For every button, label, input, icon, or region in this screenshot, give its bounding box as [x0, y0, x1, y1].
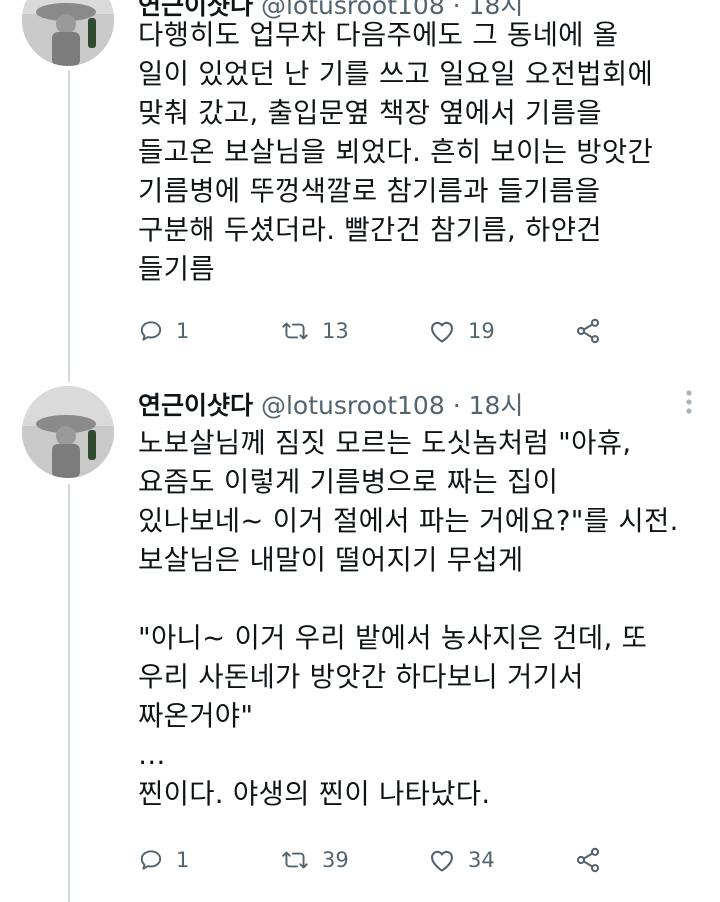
- thread-line-top: [68, 70, 70, 382]
- reply-button[interactable]: 1: [138, 311, 189, 351]
- retweet-button[interactable]: 39: [280, 840, 349, 880]
- like-button[interactable]: 34: [428, 840, 495, 880]
- share-icon: [574, 317, 602, 345]
- reply-count: 1: [176, 319, 190, 343]
- avatar[interactable]: [22, 0, 114, 66]
- tweet-header: 연근이샷다 @lotusroot108 · 18시: [138, 386, 523, 422]
- retweet-count: 39: [322, 848, 349, 872]
- handle[interactable]: @lotusroot108: [261, 391, 445, 420]
- reply-button[interactable]: 1: [138, 840, 189, 880]
- heart-icon: [428, 847, 456, 873]
- tweet-actions: 1 13 19: [138, 311, 608, 351]
- thread-line-bottom: [68, 484, 70, 902]
- share-button[interactable]: [574, 311, 602, 351]
- reply-icon: [138, 847, 164, 873]
- like-button[interactable]: 19: [428, 311, 495, 351]
- retweet-count: 13: [322, 319, 349, 343]
- reply-icon: [138, 318, 164, 344]
- more-icon[interactable]: [684, 388, 694, 421]
- heart-icon: [428, 318, 456, 344]
- like-count: 34: [468, 848, 495, 872]
- timestamp[interactable]: · 18시: [453, 391, 524, 420]
- share-icon: [574, 846, 602, 874]
- share-button[interactable]: [574, 840, 602, 880]
- avatar[interactable]: [22, 386, 114, 478]
- retweet-icon: [280, 847, 310, 873]
- retweet-button[interactable]: 13: [280, 311, 349, 351]
- display-name[interactable]: 연근이샷다: [138, 391, 253, 420]
- retweet-icon: [280, 318, 310, 344]
- reply-count: 1: [176, 848, 190, 872]
- tweet-text: 노보살님께 짐짓 모르는 도싯놈처럼 "아휴, 요즘도 이렇게 기름병으로 짜는…: [138, 427, 679, 810]
- tweet-text: 다행히도 업무차 다음주에도 그 동네에 올 일이 있었던 난 기를 쓰고 일요…: [138, 19, 654, 285]
- like-count: 19: [468, 319, 495, 343]
- tweet-actions: 1 39 34: [138, 840, 608, 880]
